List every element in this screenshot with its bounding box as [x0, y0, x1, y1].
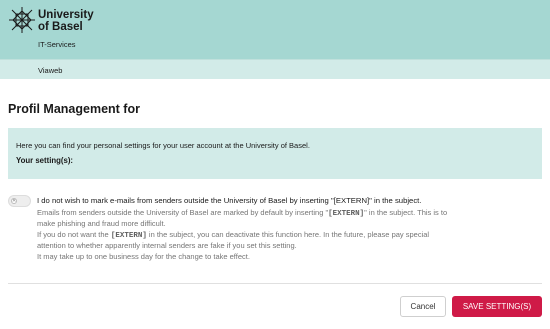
- extern-code: [EXTERN]: [328, 210, 365, 218]
- subnav-item-viaweb[interactable]: Viaweb: [38, 66, 62, 75]
- university-logo-icon[interactable]: [8, 6, 36, 34]
- info-text: Here you can find your personal settings…: [16, 141, 310, 150]
- settings-heading: Your setting(s):: [16, 156, 74, 165]
- page-title: Profil Management for: [8, 102, 140, 116]
- extern-code: [EXTERN]: [110, 232, 147, 240]
- toggle-off-x-icon: ✕: [12, 198, 17, 204]
- site-header: University of Basel IT-Services Viaweb: [0, 0, 550, 79]
- info-box: Here you can find your personal settings…: [8, 128, 542, 179]
- sub-navigation: Viaweb: [0, 59, 550, 79]
- setting-description-line-2: make phishing and fraud more difficult.: [37, 219, 166, 228]
- department-label: IT-Services: [38, 40, 76, 49]
- logo-line-2: of Basel: [38, 21, 83, 33]
- setting-description-line-4: attention to whether apparently internal…: [37, 241, 297, 250]
- setting-description-line-1: Emails from senders outside the Universi…: [37, 208, 448, 218]
- save-settings-button[interactable]: SAVE SETTING(S): [452, 296, 542, 317]
- cancel-button[interactable]: Cancel: [400, 296, 446, 317]
- setting-description-line-3: If you do not want the [EXTERN] in the s…: [37, 230, 430, 240]
- logo-line-1: University: [38, 9, 94, 21]
- logo-wordmark[interactable]: University of Basel: [38, 9, 94, 33]
- setting-title[interactable]: I do not wish to mark e-mails from sende…: [37, 196, 421, 205]
- setting-description-line-5: It may take up to one business day for t…: [37, 252, 250, 261]
- footer-divider: [8, 283, 542, 284]
- extern-toggle-switch[interactable]: ✕: [8, 195, 31, 207]
